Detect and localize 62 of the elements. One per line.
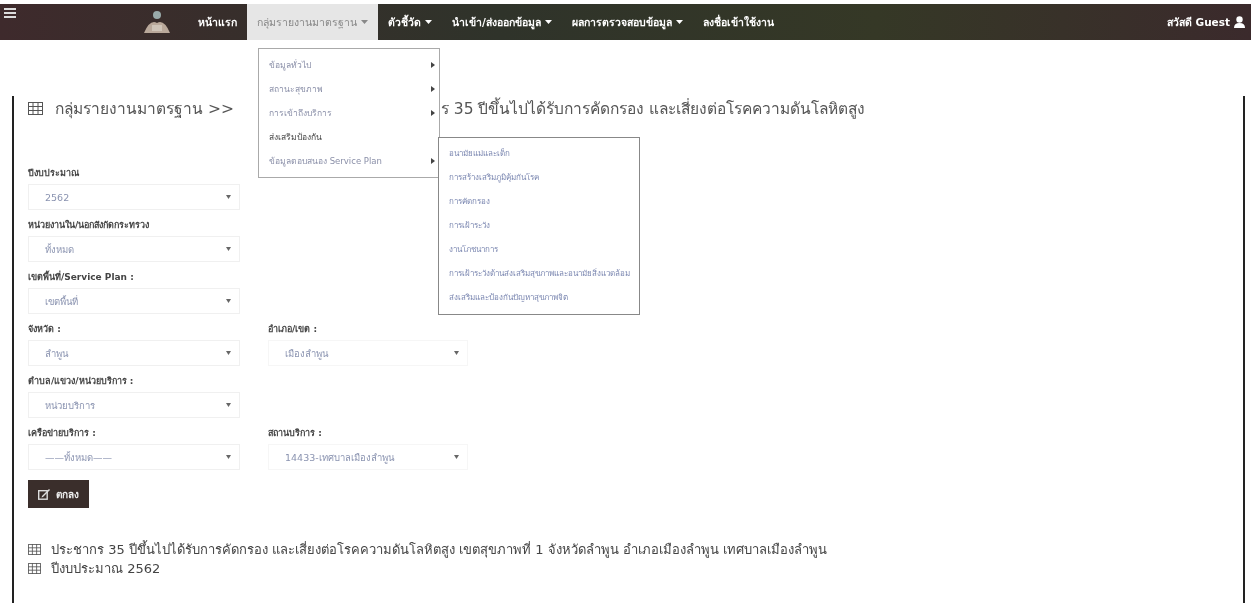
field-label: ปีงบประมาณ <box>28 167 79 180</box>
caret-icon <box>226 403 231 407</box>
page-title: ร 35 ปีขึ้นไปได้รับการคัดกรอง และเสี่ยงต่อโรคความดันโลหิตสูง <box>440 96 866 121</box>
page-title: กลุ่มรายงานมาตรฐาน >> <box>55 99 234 121</box>
table-icon <box>28 102 43 115</box>
submenu-item[interactable]: การเฝ้าระวังด้านส่งเสริมสุขภาพและอนามัยสิ่งแวดล้อม <box>439 262 639 286</box>
caret-icon <box>425 20 432 24</box>
nav-tab[interactable]: ลงชื่อเข้าใช้งาน <box>692 4 784 40</box>
result-text: ปีงบประมาณ 2562 <box>51 560 161 578</box>
field-label: สถานบริการ : <box>268 427 322 440</box>
chevron-right-icon <box>431 158 435 164</box>
result-text: ประชากร 35 ปีขึ้นไปได้รับการคัดกรอง และเสี่ยงต่อโรคความดันโลหิตสูง เขตสุขภาพที่ 1 จังหวัดลำพูน อำเภอเมืองลำพูน เทศบาลเมืองลำพูน <box>51 540 827 559</box>
nav-tab[interactable]: นำเข้า/ส่งออกข้อมูล <box>442 4 562 40</box>
submenu-item[interactable]: งานโภชนาการ <box>439 238 639 262</box>
user-link[interactable]: สวัสดี Guest <box>1166 13 1245 31</box>
caret-icon <box>361 20 368 24</box>
field-label: เครือข่ายบริการ : <box>28 426 96 440</box>
submenu-item[interactable]: การเฝ้าระวัง <box>439 214 639 238</box>
nav-tab[interactable]: ผลการตรวจสอบข้อมูล <box>561 4 693 40</box>
edit-icon <box>38 488 50 500</box>
select-field[interactable]: เขตพื้นที่ <box>28 288 240 314</box>
caret-icon <box>454 455 459 459</box>
select-field[interactable]: หน่วยบริการ <box>28 392 240 418</box>
chevron-right-icon <box>431 86 435 92</box>
submenu-item[interactable]: การสร้างเสริมภูมิคุ้มกันโรค <box>439 166 639 190</box>
nav-tab[interactable]: ตัวชี้วัด <box>378 4 442 40</box>
menu-item[interactable]: การเข้าถึงบริการ <box>259 101 439 125</box>
nav-tab[interactable]: หน้าแรก <box>188 4 247 40</box>
table-icon <box>28 544 41 555</box>
select-field[interactable]: 2562 <box>28 184 240 210</box>
field-label: จังหวัด : <box>28 323 61 336</box>
select-field[interactable]: 14433-เทศบาลเมืองลำพูน <box>268 444 468 470</box>
field-label: อำเภอ/เขต : <box>268 323 318 336</box>
chevron-right-icon <box>431 62 435 68</box>
submenu-item[interactable]: ส่งเสริมและป้องกันปัญหาสุขภาพจิต <box>439 286 639 310</box>
caret-icon <box>675 20 683 24</box>
menu-item[interactable]: ส่งเสริมป้องกัน <box>259 125 439 149</box>
field-label: หน่วยงานใน/นอกสังกัดกระทรวง <box>28 219 150 232</box>
caret-icon <box>544 20 552 24</box>
submenu-item[interactable]: อนามัยแม่และเด็ก <box>439 142 639 166</box>
select-field[interactable]: ลำพูน <box>28 340 240 366</box>
field-label: เขตพื้นที่/Service Plan : <box>28 270 134 284</box>
menu-icon[interactable] <box>4 8 16 18</box>
user-icon <box>1234 16 1245 28</box>
menu-item[interactable]: ข้อมูลตอบสนอง Service Plan <box>259 149 439 173</box>
select-field[interactable]: เมืองลำพูน <box>268 340 468 366</box>
menu-item[interactable]: ข้อมูลทั่วไป <box>259 53 439 77</box>
submit-button[interactable]: ตกลง <box>28 480 89 508</box>
menu-item[interactable]: สถานะสุขภาพ <box>259 77 439 101</box>
submenu-item[interactable]: การคัดกรอง <box>439 190 639 214</box>
chevron-right-icon <box>431 110 435 116</box>
field-label: ตำบล/แขวง/หน่วยบริการ : <box>28 375 134 388</box>
caret-icon <box>226 351 231 355</box>
select-field[interactable]: ทั้งหมด <box>28 236 240 262</box>
caret-icon <box>226 247 231 251</box>
caret-icon <box>226 455 231 459</box>
select-field[interactable]: ——ทั้งหมด—— <box>28 444 240 470</box>
table-icon <box>28 563 41 574</box>
nav-tab[interactable]: กลุ่มรายงานมาตรฐาน <box>247 4 378 40</box>
caret-icon <box>454 351 459 355</box>
caret-icon <box>226 195 231 199</box>
caret-icon <box>226 299 231 303</box>
